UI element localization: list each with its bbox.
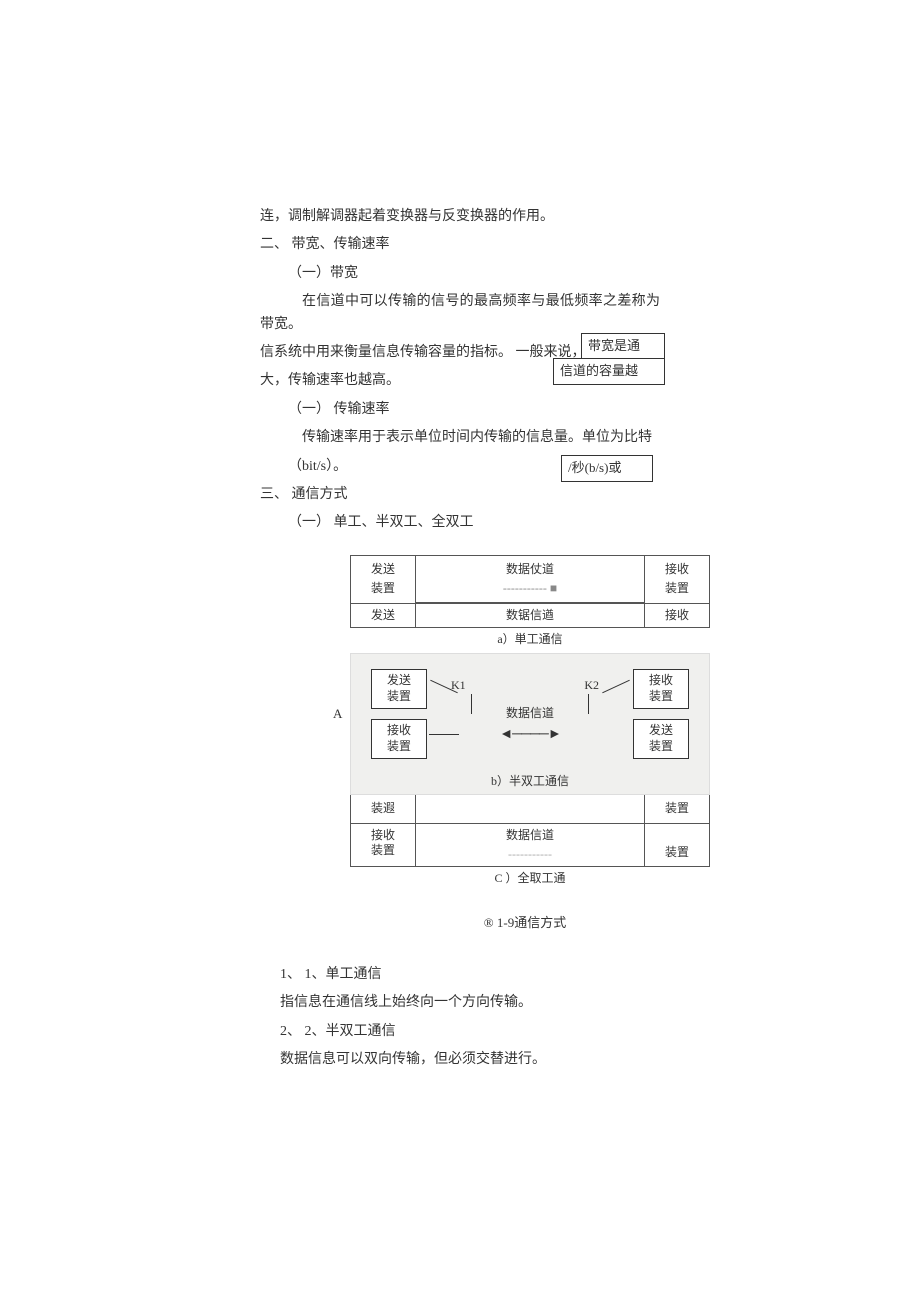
wire-line xyxy=(602,680,630,694)
box-receive: 接收装置 xyxy=(371,719,427,758)
label: 装置 xyxy=(644,824,710,866)
list-section: 1、 1、单工通信 指信息在通信线上始终向一个方向传输。 2、 2、半双工通信 … xyxy=(260,964,670,1072)
box-receive: 接收装置 xyxy=(350,824,416,866)
box-send: 发送装置 xyxy=(371,669,427,708)
list-item-heading: 2、 2、半双工通信 xyxy=(280,1021,670,1043)
paragraph: 在信道中可以传输的信号的最高频率与最低频率之差称为带宽。 xyxy=(260,291,660,336)
margin-note: 信道的容量越 xyxy=(553,358,665,385)
label: 发送 xyxy=(371,562,395,576)
heading-2: 二、 带宽、传输速率 xyxy=(260,234,660,256)
diagram-a-row2: 发送 数锯信遒 接收 xyxy=(350,604,710,628)
heading-3: 三、 通信方式 xyxy=(260,484,660,506)
label: 装置 xyxy=(665,581,689,595)
diagram-a-row1: 发送 装置 数据仗道 ----------- ■ 接收 装置 xyxy=(350,555,710,604)
channel-label: 数据信道 ----------- xyxy=(416,824,644,866)
caption-b: b）半双工通信 xyxy=(491,772,569,791)
label: 装置 xyxy=(644,795,710,822)
spacer xyxy=(416,795,644,822)
margin-note: 带宽是通 xyxy=(581,333,665,360)
box-send: 发送装置 xyxy=(633,719,689,758)
box-send: 发送 装置 xyxy=(350,556,416,603)
label-k1: K1 xyxy=(451,676,466,695)
channel-label: 数据仗道 ----------- ■ xyxy=(416,556,644,603)
paragraph: 传输速率用于表示单位时间内传输的信息量。单位为比特 xyxy=(260,427,660,449)
label: 数锯信遒 xyxy=(416,604,644,627)
paragraph: 连，调制解调器起着变换器与反变换器的作用。 xyxy=(260,206,660,228)
wire-line xyxy=(548,694,589,714)
bidirectional-arrow-icon: ◄────► xyxy=(499,724,560,746)
label: 数据信道 xyxy=(506,828,554,842)
wire-line xyxy=(471,694,512,714)
label: 装遐 xyxy=(350,795,416,822)
subheading: （一） 单工、半双工、全双工 xyxy=(260,512,660,534)
label-k2: K2 xyxy=(584,676,599,695)
label: 数据仗道 xyxy=(506,562,554,576)
wire-line xyxy=(429,734,459,735)
diagram-c-row2: 接收装置 数据信道 ----------- 装置 xyxy=(350,824,710,867)
list-item-text: 指信息在通信线上始终向一个方向传输。 xyxy=(280,992,670,1014)
label: 接收 xyxy=(644,604,710,627)
margin-note: /秒(b/s)或 xyxy=(561,455,653,482)
list-item-text: 数据信息可以双向传输，但必须交替进行。 xyxy=(280,1049,670,1071)
figure-1-9: 发送 装置 数据仗道 ----------- ■ 接收 装置 发送 数锯信遒 接… xyxy=(350,555,710,889)
channel-label: 数据信道 xyxy=(506,704,554,723)
box-receive: 接收 装置 xyxy=(644,556,710,603)
label: 发送 xyxy=(350,604,416,627)
list-item-heading: 1、 1、单工通信 xyxy=(280,964,670,986)
label: 接收 xyxy=(665,562,689,576)
label: 装置 xyxy=(371,581,395,595)
diagram-c-row1: 装遐 装置 xyxy=(350,795,710,823)
caption-a: a）単工通信 xyxy=(350,630,710,649)
label-a: A xyxy=(333,704,342,725)
box-receive: 接收装置 xyxy=(633,669,689,708)
caption-c: C ）全取工通 xyxy=(350,869,710,888)
subheading: （一） 传输速率 xyxy=(260,399,660,421)
dashed-line: ----------- xyxy=(508,847,552,861)
subheading: （一）带宽 xyxy=(260,263,660,285)
figure-caption: ® 1-9通信方式 xyxy=(380,913,670,934)
document-page: 连，调制解调器起着变换器与反变换器的作用。 二、 带宽、传输速率 （一）带宽 在… xyxy=(0,0,920,1178)
arrow-line: ----------- ■ xyxy=(503,581,557,595)
diagram-b: A 发送装置 接收装置 接收装置 发送装置 K1 K2 数据信道 ◄────► … xyxy=(350,653,710,795)
